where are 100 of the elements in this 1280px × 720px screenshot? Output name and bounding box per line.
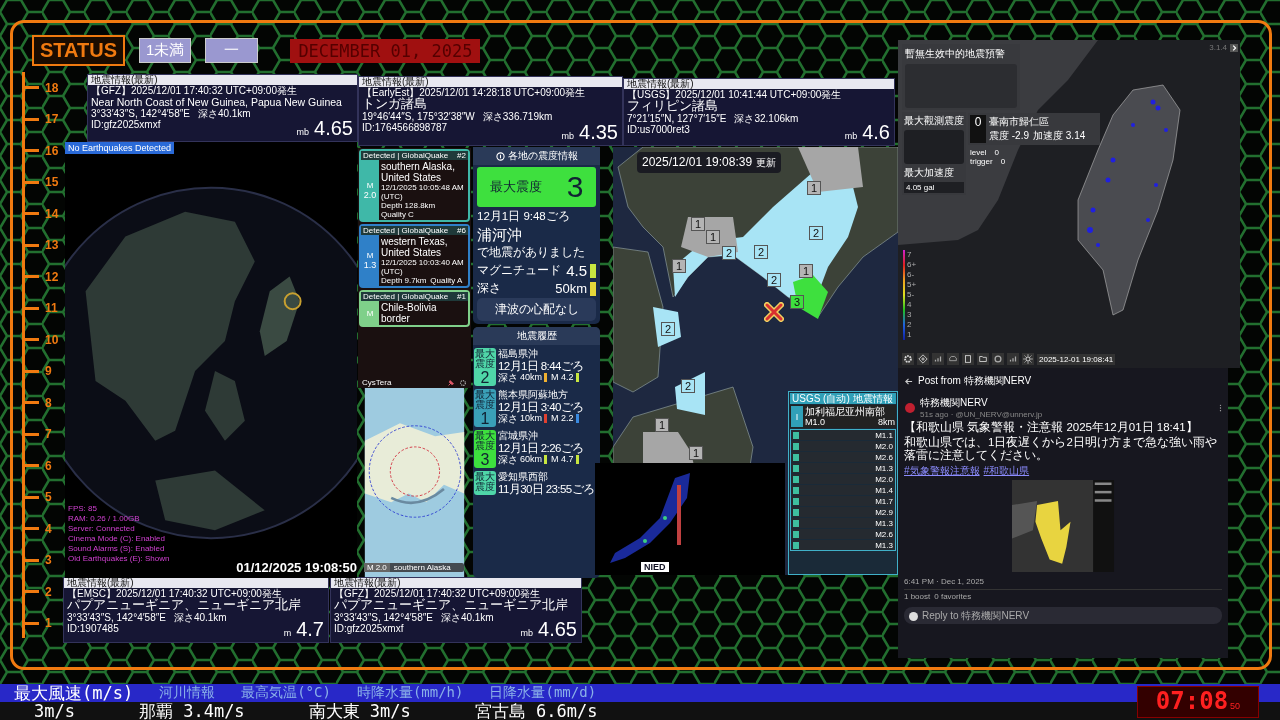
list-row[interactable]: M1.1 bbox=[791, 430, 895, 440]
list-row[interactable]: M2.9 bbox=[791, 507, 895, 517]
depth-label: 深さ bbox=[477, 281, 502, 296]
scale-tick bbox=[25, 432, 39, 436]
scale-label: 3 bbox=[45, 553, 52, 568]
event-id: ID:us7000ret3 bbox=[627, 124, 690, 135]
max-intensity-label: 最大觀測震度 bbox=[904, 114, 964, 128]
list-row[interactable]: M1.3 bbox=[791, 540, 895, 550]
list-row[interactable]: M1.7 bbox=[791, 496, 895, 506]
logo: NIED bbox=[641, 562, 669, 572]
ticker-value: 宮古島 6.6m/s bbox=[474, 699, 598, 720]
crosshair-icon[interactable] bbox=[917, 353, 929, 365]
more-icon[interactable] bbox=[1219, 403, 1222, 412]
event-id: ID:gfz2025xmxf bbox=[334, 623, 404, 634]
event-time: 12月1日 8:44ごろ bbox=[498, 360, 585, 372]
scale-label: 12 bbox=[45, 269, 59, 284]
scale-label: 10 bbox=[45, 332, 59, 347]
event-time: 11月30日 23:55ごろ bbox=[498, 483, 596, 495]
depth: 深さ40.1km bbox=[197, 108, 251, 119]
source-time: 【EarlyEst】2025/12/01 14:28:18 UTC+09:00発生 bbox=[362, 87, 587, 98]
event-card[interactable]: M 2.0 southern Alaska bbox=[364, 563, 464, 572]
timestamp: 2025-12-01 19:08:41 bbox=[1037, 353, 1116, 365]
epicenter-note: で地震がありました bbox=[477, 245, 585, 260]
list-row[interactable]: M2.6 bbox=[791, 529, 895, 539]
depth-value: 8km bbox=[878, 417, 895, 427]
event-time: 12月1日 3:40ごろ bbox=[498, 401, 585, 413]
place-name: Chile-Bolivia border bbox=[381, 302, 438, 324]
event-id: ID:1907485 bbox=[67, 623, 119, 634]
event-id: ID:1764566898787 bbox=[362, 122, 448, 133]
scale-tick bbox=[25, 338, 39, 342]
author-name: 特務機関NERV bbox=[920, 396, 989, 410]
gear-icon[interactable] bbox=[902, 353, 914, 365]
status-text: Server: Connected bbox=[68, 524, 136, 534]
list-row[interactable]: M2.0 bbox=[791, 441, 895, 451]
depth: 深さ40.1km bbox=[173, 612, 227, 623]
ticker-heading: 日降水量(mm/d) bbox=[489, 684, 597, 702]
scale-label: 17 bbox=[45, 112, 59, 127]
tablet-icon[interactable] bbox=[962, 353, 974, 365]
source-label: Detected | GlobalQuake bbox=[363, 226, 449, 235]
list-row[interactable]: M1.3 bbox=[791, 518, 895, 528]
post-title: Post from 特務機関NERV bbox=[918, 374, 1032, 388]
scale-label: 4 bbox=[907, 300, 913, 310]
list-row[interactable]: M1.3 bbox=[791, 463, 895, 473]
folder-icon[interactable] bbox=[977, 353, 989, 365]
magnitude-value: M1.3 bbox=[875, 518, 893, 528]
scale-label: 18 bbox=[45, 80, 59, 95]
scale-tick bbox=[25, 275, 39, 279]
info-icon bbox=[495, 151, 505, 161]
station-name: 臺南市歸仁區 bbox=[989, 115, 1050, 129]
pin-icon[interactable] bbox=[447, 378, 455, 387]
scale-label: 1 bbox=[45, 616, 52, 631]
intensity-badge: I bbox=[791, 406, 803, 427]
hashtag-link[interactable]: #和歌山県 bbox=[983, 464, 1030, 478]
reply-field[interactable]: Reply to 特務機関NERV bbox=[904, 607, 1222, 624]
car-icon[interactable] bbox=[947, 353, 959, 365]
intensity-marker: 2 bbox=[722, 246, 736, 260]
source-time: 【USGS】2025/12/01 10:41:44 UTC+09:00発生 bbox=[627, 89, 843, 100]
magnitude-value: 4.5 bbox=[566, 262, 587, 279]
hashtag-link[interactable]: #気象警報注意報 bbox=[904, 464, 980, 478]
coordinates: 3°33′43″S, 142°4′58″E bbox=[91, 108, 190, 119]
list-row[interactable]: M2.6 bbox=[791, 452, 895, 462]
back-arrow-icon[interactable] bbox=[904, 376, 913, 386]
sun-icon[interactable] bbox=[1022, 353, 1034, 365]
scale-tick bbox=[25, 464, 39, 468]
ticker-heading: 最大風速(m/s) bbox=[14, 684, 134, 702]
status-text: Sound Alarms (S): Enabled bbox=[68, 544, 166, 554]
magnitude-label: M bbox=[367, 563, 374, 572]
list-row[interactable]: M1.4 bbox=[791, 485, 895, 495]
level-label: level bbox=[970, 148, 987, 157]
date-display: DECEMBER 01, 2025 bbox=[290, 38, 481, 63]
place-name: トンガ諸島 bbox=[362, 98, 428, 111]
magnitude-value: M2.9 bbox=[875, 507, 893, 517]
magnitude-value: 1.3 bbox=[363, 260, 377, 270]
magnitude-value: M2.0 bbox=[875, 441, 893, 451]
clock-seconds: 50 bbox=[1230, 701, 1241, 711]
scale-label: 5 bbox=[45, 490, 52, 505]
magnitude-type: mb bbox=[561, 131, 575, 141]
list-row[interactable]: M2.0 bbox=[791, 474, 895, 484]
intensity-marker: 1 bbox=[655, 418, 669, 432]
magnitude-value: 2.0 bbox=[375, 563, 387, 572]
chevron-icon[interactable] bbox=[1230, 43, 1238, 52]
depth-label: 深さ bbox=[498, 413, 518, 424]
scale-tick bbox=[25, 243, 39, 247]
level-badge: 1未満 bbox=[139, 38, 192, 63]
place-name: 愛知県西部 bbox=[498, 471, 549, 483]
scale-label: 9 bbox=[45, 364, 52, 379]
bars-icon[interactable] bbox=[1007, 353, 1019, 365]
quality: Quality A bbox=[430, 276, 463, 285]
trigger-value: 0 bbox=[1000, 157, 1006, 166]
bars-icon[interactable] bbox=[932, 353, 944, 365]
settings-icon[interactable] bbox=[459, 378, 467, 387]
circle-icon[interactable] bbox=[992, 353, 1004, 365]
acceleration-reading: 加速度 3.14 bbox=[1033, 129, 1086, 143]
scale-label: 15 bbox=[45, 175, 59, 190]
ticker-value: 那覇 3.4m/s bbox=[138, 699, 245, 720]
status-text: Cinema Mode (C): Enabled bbox=[68, 534, 166, 544]
place-name: フィリピン諸島 bbox=[627, 100, 718, 113]
scale-tick bbox=[25, 212, 39, 216]
depth: 深さ336.719km bbox=[482, 111, 553, 122]
card-header: 地震情報(最新) bbox=[359, 77, 622, 87]
